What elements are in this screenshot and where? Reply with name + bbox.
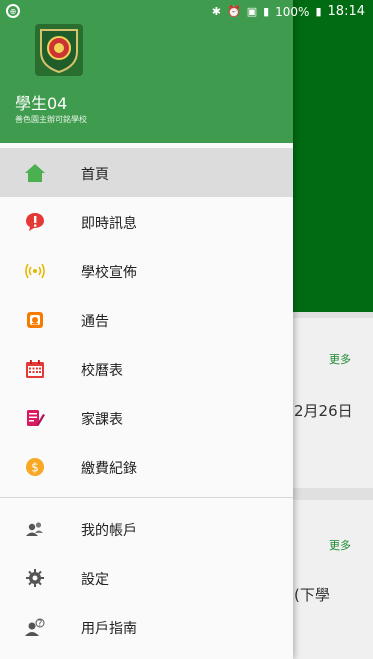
bluetooth-icon: ✱ [211,5,221,18]
menu-item-label: 用戶指南 [81,621,137,637]
clock: 18:14 [327,4,365,19]
background-date-text: 2月26日 [294,402,353,420]
drawer-menu: 首頁 即時訊息 學校宣佈 通告 校曆表 家課表 $ 繳費紀錄 我的帳戶 設定 ?… [0,148,293,651]
menu-item-announcements[interactable]: 學校宣佈 [0,246,293,295]
menu-item-calendar[interactable]: 校曆表 [0,344,293,393]
menu-item-user-guide[interactable]: ? 用戶指南 [0,602,293,651]
signal-icon: ▮ [263,5,270,18]
menu-item-homework[interactable]: 家課表 [0,393,293,442]
menu-item-account[interactable]: 我的帳戶 [0,504,293,553]
menu-item-label: 設定 [81,572,109,588]
menu-item-messages[interactable]: 即時訊息 [0,197,293,246]
school-logo [35,24,83,76]
school-name: 善色園主辦可銘學校 [15,115,87,124]
status-indicators: ✱ ⏰ ▣ ▮ 100% ▮ 18:14 [212,4,365,19]
more-link[interactable]: 更多 [329,537,351,553]
menu-divider [0,497,293,498]
battery-percent: 100% [275,4,310,19]
menu-item-label: 繳費紀錄 [81,461,137,477]
navigation-drawer: 學生04 善色園主辦可銘學校 首頁 即時訊息 學校宣佈 通告 校曆表 家課表 $… [0,0,293,659]
broadcast-icon [24,260,46,282]
menu-item-home[interactable]: 首頁 [0,148,293,197]
notification-icon: ⊕ [6,4,20,18]
sim-icon: ▣ [246,5,258,18]
svg-text:?: ? [38,619,43,629]
status-bar: ⊕ ✱ ⏰ ▣ ▮ 100% ▮ 18:14 [0,0,373,24]
menu-item-label: 即時訊息 [81,216,137,232]
user-name: 學生04 [15,94,68,113]
home-icon [24,162,46,184]
account-icon [24,518,46,540]
menu-item-label: 我的帳戶 [81,523,137,539]
svg-text:$: $ [31,461,39,475]
user-guide-icon: ? [24,616,46,638]
background-text: (下學 [294,586,330,604]
menu-item-label: 家課表 [81,412,123,428]
menu-item-settings[interactable]: 設定 [0,553,293,602]
menu-item-label: 校曆表 [81,363,123,379]
menu-item-payments[interactable]: $ 繳費紀錄 [0,442,293,491]
more-link[interactable]: 更多 [329,351,351,367]
notice-icon [24,309,46,331]
homework-icon [24,407,46,429]
calendar-icon [24,358,46,380]
menu-item-label: 通告 [81,314,109,330]
dollar-icon: $ [24,456,46,478]
alarm-icon: ⏰ [226,5,241,18]
message-alert-icon [24,211,46,233]
menu-item-label: 首頁 [81,167,109,183]
battery-icon: ▮ [315,5,322,18]
menu-item-label: 學校宣佈 [81,265,137,281]
gear-icon [24,567,46,589]
menu-item-notices[interactable]: 通告 [0,295,293,344]
